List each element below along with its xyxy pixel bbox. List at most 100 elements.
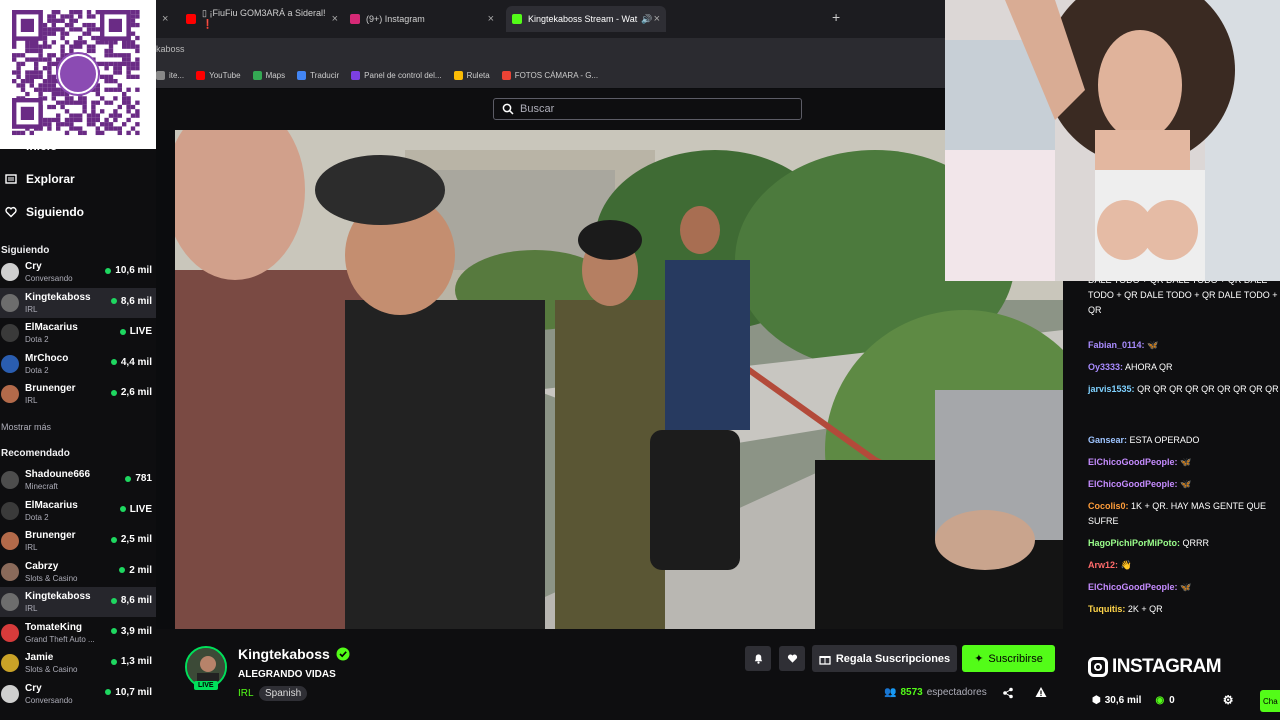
nav-siguiendo[interactable]: Siguiendo	[0, 201, 84, 223]
sidebar-channel[interactable]: MrChoco Dota 2 4,4 mil	[0, 349, 156, 379]
chat-username[interactable]: Oy3333:	[1088, 362, 1123, 372]
channel-category: Dota 2	[25, 335, 49, 344]
language-tag[interactable]: Spanish	[259, 686, 308, 701]
chat-message: ElChicoGoodPeople: 🦋	[1088, 477, 1280, 492]
avatar	[1, 623, 19, 642]
chat-username[interactable]: Arw12:	[1088, 560, 1118, 570]
chat-username[interactable]: Fabian_0114:	[1088, 340, 1145, 350]
chat-username[interactable]: ElChicoGoodPeople:	[1088, 457, 1178, 467]
channel-name: MrChoco	[25, 352, 69, 364]
bookmark-item[interactable]: Maps	[252, 70, 286, 80]
streamer-name[interactable]: Kingtekaboss	[238, 646, 330, 662]
sidebar-channel[interactable]: Cry Conversando 10,7 mil	[0, 679, 156, 709]
channel-name: ElMacarius	[25, 322, 78, 333]
close-icon[interactable]: ×	[162, 13, 168, 25]
sidebar-channel[interactable]: Brunenger IRL 2,5 mil	[0, 526, 156, 556]
sidebar-channel[interactable]: Kingtekaboss IRL 8,6 mil	[0, 287, 156, 318]
viewers-text: LIVE	[129, 503, 152, 515]
follow-button[interactable]	[779, 646, 805, 671]
bookmark-item[interactable]: ite...	[156, 70, 184, 80]
gift-icon	[819, 655, 831, 665]
viewers-label: espectadores	[926, 687, 987, 698]
instagram-overlay: INSTAGRAM	[1088, 656, 1222, 678]
viewers-text: 3,9 mil	[120, 625, 152, 637]
avatar	[1, 263, 19, 281]
chat-username[interactable]: ElChicoGoodPeople:	[1088, 479, 1178, 489]
chat-username[interactable]: ElChicoGoodPeople:	[1088, 582, 1178, 592]
viewers-text: 2,5 mil	[120, 534, 152, 545]
likes-count: 30,6 mil	[1104, 694, 1142, 706]
stream-video-frame	[175, 130, 1063, 629]
bookmark-item[interactable]: Traducir	[297, 70, 339, 80]
chat-username[interactable]: HagoPichiPorMiPoto:	[1088, 538, 1180, 548]
chat-message: Oy3333: AHORA QR	[1088, 360, 1280, 375]
chat-message: Cocolis0: 1K + QR. HAY MAS GENTE QUE SUF…	[1088, 499, 1280, 529]
compass-icon	[5, 174, 17, 184]
bookmark-item[interactable]: FOTOS CÁMARA - G...	[501, 70, 598, 80]
share-icon[interactable]	[1002, 687, 1014, 699]
chat-send-button[interactable]: Cha	[1260, 690, 1280, 712]
viewer-count: 3,9 mil	[110, 625, 152, 637]
nav-inicio[interactable]: Inicio	[0, 135, 57, 157]
sidebar-channel[interactable]: ElMacarius Dota 2 LIVE	[0, 318, 156, 348]
sidebar-channel[interactable]: ElMacarius Dota 2 LIVE	[0, 496, 156, 526]
bookmark-item[interactable]: Ruleta	[453, 70, 490, 80]
new-tab-button[interactable]: +	[832, 9, 840, 25]
channel-category: IRL	[25, 396, 38, 405]
video-player[interactable]	[175, 130, 1063, 629]
sidebar-channel[interactable]: Kingtekaboss IRL 8,6 mil	[0, 587, 156, 617]
tab-kick[interactable]: Kingtekaboss Stream - Wat 🔊 ×	[506, 6, 666, 32]
address-bar[interactable]: kaboss	[156, 38, 946, 62]
bookmark-label: Panel de control del...	[364, 70, 442, 80]
close-icon[interactable]: ×	[488, 13, 494, 25]
sidebar-channel[interactable]: Shadoune666 Minecraft 781	[0, 465, 156, 495]
recommended-section-title: Recomendado	[1, 448, 70, 459]
bookmark-icon	[252, 70, 262, 80]
live-dot-icon	[125, 475, 132, 482]
tab-partial[interactable]: ×	[156, 6, 172, 32]
notification-button[interactable]	[745, 646, 771, 671]
category-link[interactable]: IRL	[238, 688, 254, 699]
close-icon[interactable]: ×	[654, 13, 660, 25]
viewer-count: 2,5 mil	[110, 534, 152, 545]
channel-name: Cry	[25, 261, 42, 272]
show-more-link[interactable]: Mostrar más	[1, 422, 51, 432]
bookmark-icon	[453, 70, 463, 80]
subscribe-button[interactable]: ✦ Suscribirse	[962, 645, 1055, 672]
chat-message: Gansear: ESTA OPERADO	[1088, 433, 1280, 448]
tab-instagram[interactable]: (9+) Instagram ×	[344, 6, 500, 32]
gear-icon[interactable]: ⚙	[1223, 693, 1234, 707]
chat-message: ElChicoGoodPeople: 🦋	[1088, 580, 1280, 595]
sidebar-channel[interactable]: TomateKing Grand Theft Auto ... 3,9 mil	[0, 618, 156, 648]
chat-text: 🦋	[1180, 479, 1192, 489]
avatar	[1, 471, 19, 489]
sidebar-channel[interactable]: Brunenger IRL 2,6 mil	[0, 379, 156, 409]
search-placeholder: Buscar	[520, 103, 555, 115]
chat-username[interactable]: jarvis1535:	[1088, 384, 1135, 394]
bookmark-icon	[297, 70, 307, 80]
viewers-text: 10,6 mil	[115, 265, 152, 276]
coins-count: 0	[1169, 694, 1175, 706]
bookmark-label: Maps	[265, 70, 286, 80]
close-icon[interactable]: ×	[332, 13, 338, 25]
nav-explorar[interactable]: Explorar	[0, 168, 75, 190]
viewers-text: 2,6 mil	[120, 387, 152, 398]
chat-text: 🦋	[1147, 340, 1159, 350]
chat-username[interactable]: Tuquitis:	[1088, 604, 1125, 614]
chat-message: Tuquitis: 2K + QR	[1088, 602, 1280, 617]
tab-youtube[interactable]: ▯ ¡FiuFiu GOM3ARÁ a Sideral! ❗ ×	[180, 6, 344, 32]
channel-category: Dota 2	[25, 512, 49, 522]
bookmark-item[interactable]: Panel de control del...	[351, 70, 442, 80]
gift-subs-button[interactable]: Regala Suscripciones	[812, 645, 957, 672]
audio-icon[interactable]: 🔊	[641, 14, 652, 25]
sidebar-channel[interactable]: Cry Conversando 10,6 mil	[0, 257, 156, 287]
report-icon[interactable]	[1035, 686, 1047, 698]
viewers-text: LIVE	[129, 326, 152, 337]
chat-username[interactable]: Cocolis0:	[1088, 501, 1129, 511]
bookmark-item[interactable]: YouTube	[196, 70, 241, 80]
sidebar-channel[interactable]: Cabrzy Slots & Casino 2 mil	[0, 557, 156, 587]
chat-username[interactable]: Gansear:	[1088, 435, 1127, 445]
bookmark-label: YouTube	[209, 70, 241, 80]
sidebar-channel[interactable]: Jamie Slots & Casino 1,3 mil	[0, 648, 156, 678]
search-input[interactable]: Buscar	[493, 98, 802, 120]
